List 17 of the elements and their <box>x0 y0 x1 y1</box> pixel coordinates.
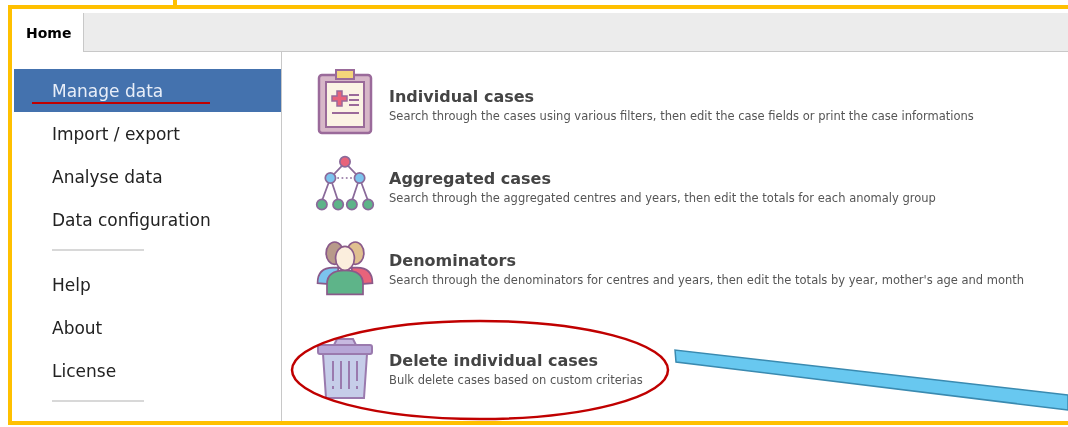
clipboard-icon[interactable] <box>315 67 375 137</box>
sidebar-item[interactable]: Help <box>14 263 281 306</box>
home-tab[interactable]: Home <box>14 13 85 52</box>
sidebar-item[interactable]: License <box>14 349 281 392</box>
entry-title[interactable]: Denominators <box>389 251 1025 270</box>
entry-title[interactable]: Delete individual cases <box>389 351 643 370</box>
entry-description: Search through the cases using various filters, then edit the case fields or print the case informations <box>389 109 974 123</box>
sidebar-item[interactable]: About <box>14 306 281 349</box>
entry-title[interactable]: Aggregated cases <box>389 169 936 188</box>
sidebar-item[interactable]: Analyse data <box>14 155 281 198</box>
entry-description: Search through the aggregated centres and years, then edit the totals for each anomaly group <box>389 191 936 205</box>
sidebar-item[interactable]: Data configuration <box>14 198 281 241</box>
entry-title[interactable]: Individual cases <box>389 87 974 106</box>
sidebar-item[interactable]: Manage data <box>14 69 281 112</box>
entry-description: Search through the denominators for centres and years, then edit the totals by year, mother's age and month <box>389 273 1025 287</box>
sidebar-item[interactable]: Import / export <box>14 112 281 155</box>
entry-description: Bulk delete cases based on custom criterias <box>389 373 643 387</box>
